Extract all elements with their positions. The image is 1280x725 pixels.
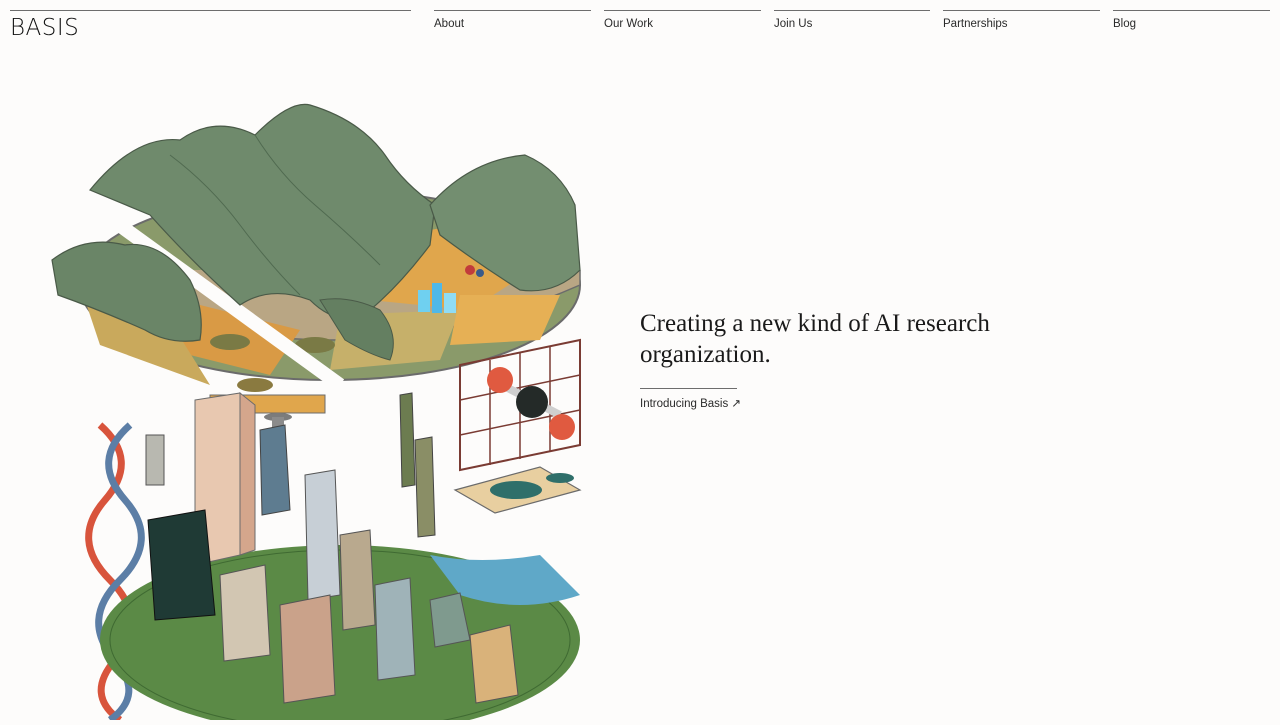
hero-headline: Creating a new kind of AI research organ… [640, 310, 990, 368]
introducing-basis-link[interactable]: Introducing Basis ↗ [640, 398, 741, 410]
nav-item-partnerships: Partnerships [943, 10, 1100, 30]
nav-link-about[interactable]: About [434, 18, 464, 30]
hero-cta: Introducing Basis ↗ [640, 388, 741, 412]
nav-link-partnerships[interactable]: Partnerships [943, 18, 1008, 30]
brand-logo[interactable]: BASIS [10, 15, 79, 41]
brand-block: BASIS [10, 10, 411, 41]
isometric-city-illustration [51, 103, 582, 725]
nav-link-our-work[interactable]: Our Work [604, 18, 653, 30]
hero-text-block: Creating a new kind of AI research organ… [640, 308, 1060, 410]
nav-link-join-us[interactable]: Join Us [774, 18, 812, 30]
nav-item-blog: Blog [1113, 10, 1270, 30]
top-navigation: BASIS About Our Work Join Us Partnership… [0, 0, 1280, 44]
water-platform [453, 466, 582, 514]
nav-item-join-us: Join Us [774, 10, 930, 30]
hero-illustration [40, 95, 600, 725]
nav-item-our-work: Our Work [604, 10, 761, 30]
nav-link-blog[interactable]: Blog [1113, 18, 1136, 30]
nav-item-about: About [434, 10, 591, 30]
